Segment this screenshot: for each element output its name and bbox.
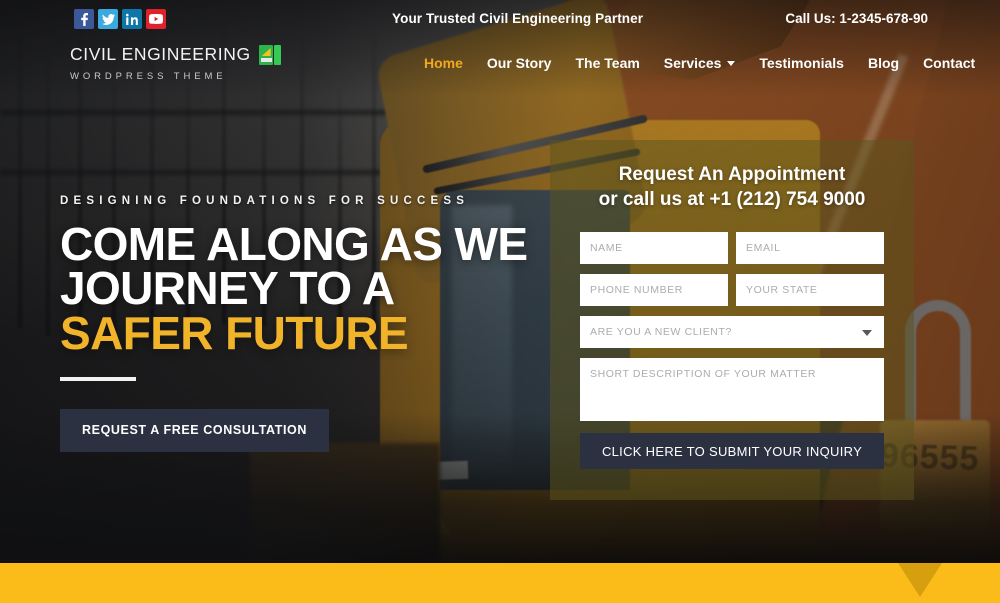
nav-label: Testimonials <box>759 55 844 71</box>
nav-item-our-story[interactable]: Our Story <box>475 52 564 74</box>
social-links <box>74 9 166 29</box>
bottom-accent-bar <box>0 563 1000 603</box>
logo-subtitle: WORDPRESS THEME <box>70 71 227 82</box>
hero-headline-accent: SAFER FUTURE <box>60 306 409 359</box>
phone-number-input[interactable] <box>580 274 728 307</box>
hero-eyebrow: DESIGNING FOUNDATIONS FOR SUCCESS <box>60 195 470 207</box>
youtube-icon[interactable] <box>146 9 166 29</box>
linkedin-icon[interactable] <box>122 9 142 29</box>
logo-title-row: CIVIL ENGINEERING <box>70 44 281 66</box>
new-client-select-wrapper <box>580 316 884 349</box>
email-input[interactable] <box>736 232 884 265</box>
site-tagline: Your Trusted Civil Engineering Partner <box>392 11 644 26</box>
nav-item-the-team[interactable]: The Team <box>563 52 651 74</box>
new-client-select[interactable] <box>580 316 884 349</box>
nav-item-testimonials[interactable]: Testimonials <box>747 52 856 74</box>
nav-item-home[interactable]: Home <box>412 52 475 74</box>
form-heading-line2: or call us at +1 (212) 754 9000 <box>598 189 866 211</box>
main-navigation: Home Our Story The Team Services Testimo… <box>412 52 1000 74</box>
chevron-down-icon <box>727 60 736 66</box>
form-heading: Request An Appointment or call us at +1 … <box>580 162 884 212</box>
name-input[interactable] <box>580 232 728 265</box>
site-logo[interactable]: CIVIL ENGINEERING WORDPRESS THEME <box>70 44 281 82</box>
nav-item-services[interactable]: Services <box>652 52 748 74</box>
bottom-bar-triangle <box>898 563 942 597</box>
facebook-icon[interactable] <box>74 9 94 29</box>
nav-label: Our Story <box>486 55 552 71</box>
matter-description-textarea[interactable] <box>580 358 884 422</box>
nav-label: The Team <box>575 55 640 71</box>
form-fields <box>580 232 884 422</box>
form-heading-line1: Request An Appointment <box>618 164 846 185</box>
hero-text-block: DESIGNING FOUNDATIONS FOR SUCCESS COME A… <box>60 195 530 452</box>
hero-headline: COME ALONG AS WE JOURNEY TO A SAFER FUTU… <box>60 221 530 359</box>
twitter-icon[interactable] <box>98 9 118 29</box>
your-state-input[interactable] <box>736 274 884 307</box>
logo-title: CIVIL ENGINEERING <box>70 44 251 65</box>
nav-label: Contact <box>923 55 976 71</box>
submit-inquiry-button[interactable]: CLICK HERE TO SUBMIT YOUR INQUIRY <box>580 433 884 470</box>
logo-mark-icon <box>258 44 281 66</box>
call-us-phone[interactable]: Call Us: 1-2345-678-90 <box>785 12 928 26</box>
top-bar: Your Trusted Civil Engineering Partner C… <box>0 0 1000 40</box>
nav-label: Blog <box>867 55 900 71</box>
nav-label: Services <box>663 55 722 71</box>
hero-page: 996555 <box>0 0 1000 603</box>
appointment-form-panel: Request An Appointment or call us at +1 … <box>550 140 914 500</box>
hero-divider <box>60 377 136 382</box>
request-free-consultation-button[interactable]: REQUEST A FREE CONSULTATION <box>60 409 329 452</box>
nav-item-contact[interactable]: Contact <box>911 52 987 74</box>
nav-label: Home <box>424 55 463 71</box>
nav-item-blog[interactable]: Blog <box>856 52 911 74</box>
